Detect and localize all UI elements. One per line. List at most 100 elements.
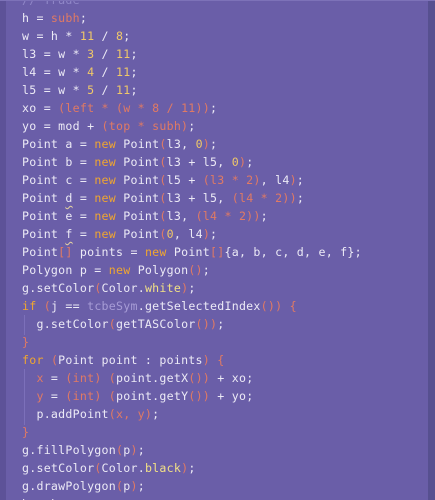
code-line[interactable]: Point c = new Point(l5 + (l3 * 2), l4); xyxy=(22,171,304,189)
code-editor[interactable]: // Trade h = subh; w = h * 11 / 8; l3 = w *… xyxy=(0,0,435,500)
code-token: = xyxy=(72,227,95,241)
code-token: ; xyxy=(188,281,196,295)
code-line[interactable]: l5 = w * 5 / 11; xyxy=(22,81,138,99)
code-token: ( xyxy=(159,191,167,205)
code-token: ; xyxy=(246,155,254,169)
code-line[interactable]: // Trade xyxy=(22,0,80,9)
code-line[interactable]: g.setColor(getTASColor()); xyxy=(22,315,224,333)
code-token: w = h * xyxy=(22,29,80,43)
code-token: Polygon xyxy=(130,263,189,277)
code-line[interactable]: Point e = new Point(l3, (l4 * 2)); xyxy=(22,207,268,225)
code-token: ; xyxy=(217,317,225,331)
code-line[interactable]: p.addPoint(x, y); xyxy=(22,405,159,423)
code-token: () xyxy=(260,299,276,313)
code-token: 11 xyxy=(116,47,131,61)
code-token: Point point : points xyxy=(58,353,203,367)
code-token: [] xyxy=(58,245,73,259)
code-token: getTASColor xyxy=(116,317,196,331)
code-token: l4 = w * xyxy=(22,65,88,79)
code-token: = xyxy=(43,371,66,385)
code-line[interactable]: g.fillPolygon(p); xyxy=(22,441,145,459)
code-line[interactable]: Point[] points = new Point[]{a, b, c, d,… xyxy=(22,243,362,261)
code-token: ) xyxy=(202,353,211,367)
code-token: , l4 xyxy=(260,173,290,187)
code-token: ; xyxy=(210,101,218,115)
code-token: ) xyxy=(130,479,138,493)
code-token: point.getX xyxy=(116,371,189,385)
code-token: j == xyxy=(50,299,88,313)
code-line[interactable]: Point b = new Point(l3 + l5, 0); xyxy=(22,153,253,171)
code-token: l3 = w * xyxy=(22,47,88,61)
code-line[interactable]: l3 = w * 3 / 11; xyxy=(22,45,138,63)
code-token: ()) xyxy=(188,371,211,385)
code-line[interactable]: Point f = new Point(0, l4); xyxy=(22,225,217,243)
code-line[interactable]: Point d = new Point(l3 + l5, (l4 * 2)); xyxy=(22,189,304,207)
code-line[interactable]: x = (int) (point.getX()) + xo; xyxy=(22,369,253,387)
code-token: / xyxy=(94,83,117,97)
code-token: Point xyxy=(22,227,66,241)
code-token: // Trade xyxy=(22,0,80,7)
code-token: Point xyxy=(22,191,66,205)
code-token: ( xyxy=(159,227,167,241)
code-line[interactable]: yo = mod + (top * subh); xyxy=(22,117,196,135)
code-token: Point xyxy=(116,137,160,151)
code-token: ) xyxy=(130,443,138,457)
code-token: points = xyxy=(72,245,145,259)
code-token: + xo; xyxy=(210,371,254,385)
code-token: g.setColor xyxy=(22,281,95,295)
code-token: ; xyxy=(130,83,138,97)
code-line[interactable]: y = (int) (point.getY()) + yo; xyxy=(22,387,253,405)
code-line[interactable]: Point a = new Point(l3, 0); xyxy=(22,135,217,153)
code-token: Point xyxy=(116,173,160,187)
code-token: ; xyxy=(137,443,145,457)
code-line[interactable]: g.drawPolygon(p); xyxy=(22,477,145,495)
code-token: new xyxy=(94,173,117,187)
code-token: [] xyxy=(210,245,225,259)
code-token: ) xyxy=(289,173,297,187)
code-token: (l4 * 2) xyxy=(231,191,290,205)
code-token: ; xyxy=(188,119,196,133)
code-token: yo = mod + xyxy=(22,119,102,133)
code-line[interactable]: Polygon p = new Polygon(); xyxy=(22,261,210,279)
code-token: ( xyxy=(108,317,116,331)
code-token: ; xyxy=(260,209,268,223)
code-line[interactable]: for (Point point : points) { xyxy=(22,351,224,369)
code-token: ) xyxy=(253,209,261,223)
code-token: new xyxy=(94,227,117,241)
code-token: Polygon p = xyxy=(22,263,109,277)
code-token: ( xyxy=(108,389,117,403)
code-line[interactable]: h = subh; xyxy=(22,9,87,27)
code-token: Point e = xyxy=(22,209,95,223)
code-token: } xyxy=(22,335,30,349)
code-token: Point a = xyxy=(22,137,95,151)
code-token: new xyxy=(94,137,117,151)
code-token: 11 xyxy=(116,65,131,79)
code-line[interactable]: } xyxy=(22,423,29,441)
code-token: ) xyxy=(202,137,211,151)
code-line[interactable]: l4 = w * 4 / 11; xyxy=(22,63,138,81)
code-token: ( xyxy=(159,155,167,169)
code-token: l3, xyxy=(166,209,196,223)
code-token: white xyxy=(144,281,182,295)
code-token: ( xyxy=(94,281,102,295)
code-token: ; xyxy=(130,65,138,79)
code-token: g.setColor xyxy=(22,461,95,475)
code-token: ; xyxy=(296,173,305,187)
code-token: ; xyxy=(188,461,196,475)
code-line[interactable]: xo = (left * (w * 8 / 11)); xyxy=(22,99,217,117)
code-token: ) xyxy=(202,227,211,241)
code-token: / xyxy=(94,65,117,79)
code-line[interactable]: g.setColor(Color.white); xyxy=(22,279,196,297)
code-line[interactable]: g.setColor(Color.black); xyxy=(22,459,196,477)
code-token: (x, y) xyxy=(108,407,153,421)
code-token: xo = xyxy=(22,101,59,115)
code-line[interactable]: break; xyxy=(22,495,65,500)
code-token: ; xyxy=(210,227,218,241)
code-line[interactable]: if (j == tcbeSym.getSelectedIndex()) { xyxy=(22,297,297,315)
code-token: Point b = xyxy=(22,155,95,169)
code-line[interactable]: w = h * 11 / 8; xyxy=(22,27,130,45)
code-line[interactable]: } xyxy=(22,333,29,351)
